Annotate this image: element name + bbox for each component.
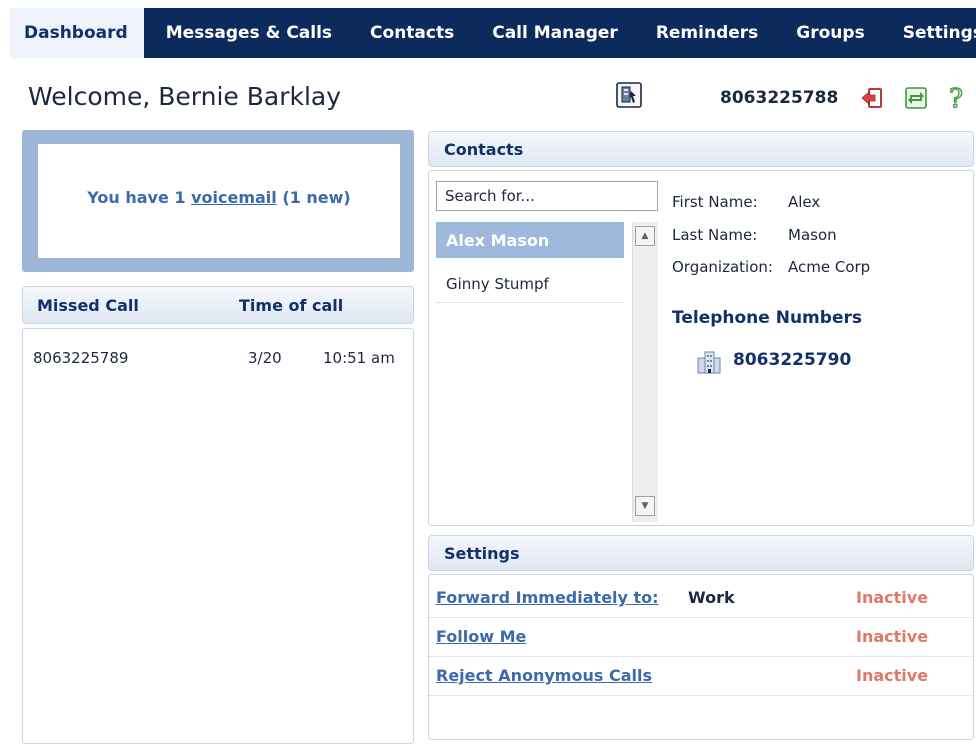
svg-text:?: ? [949, 84, 963, 112]
contacts-header: Contacts [428, 131, 974, 167]
list-item[interactable]: Alex Mason [436, 222, 624, 258]
follow-me-link[interactable]: Follow Me [436, 627, 526, 646]
main-nav: Dashboard Messages & Calls Contacts Call… [10, 8, 976, 58]
last-name-label: Last Name: [672, 226, 758, 244]
logout-icon[interactable] [860, 86, 884, 110]
office-building-icon [696, 350, 722, 374]
forward-immediately-link[interactable]: Forward Immediately to: [436, 588, 659, 607]
welcome-message: Welcome, Bernie Barklay [28, 82, 342, 111]
contact-list-scrollbar[interactable]: ▲ ▼ [632, 222, 658, 522]
tab-groups[interactable]: Groups [777, 8, 883, 58]
first-name-label: First Name: [672, 193, 758, 211]
settings-title: Settings [444, 543, 520, 563]
missed-call-time: 10:51 am [323, 349, 395, 367]
voicemail-panel: You have 1 voicemail (1 new) [22, 130, 414, 272]
scroll-down-icon[interactable]: ▼ [635, 496, 655, 516]
time-of-call-column-header: Time of call [239, 295, 344, 315]
missed-call-column-header: Missed Call [37, 295, 139, 315]
scroll-up-icon[interactable]: ▲ [635, 226, 655, 246]
tab-dashboard[interactable]: Dashboard [10, 8, 144, 58]
voicemail-prefix: You have 1 [87, 188, 192, 207]
contacts-title: Contacts [444, 139, 524, 159]
tab-call-manager[interactable]: Call Manager [473, 8, 637, 58]
voicemail-message: You have 1 voicemail (1 new) [38, 144, 400, 258]
contact-list: Alex Mason Ginny Stumpf [436, 222, 658, 522]
tab-reminders[interactable]: Reminders [637, 8, 777, 58]
settings-row-forward: Forward Immediately to: Work Inactive [428, 580, 974, 618]
help-icon[interactable]: ? [944, 84, 968, 112]
missed-calls-list: 8063225789 3/20 10:51 am [22, 328, 414, 744]
list-item[interactable]: Ginny Stumpf [436, 265, 624, 303]
settings-row-reject-anonymous: Reject Anonymous Calls Inactive [428, 658, 974, 696]
phone-directory-icon[interactable] [616, 82, 642, 108]
status-badge: Inactive [856, 588, 929, 607]
telephone-number[interactable]: 8063225790 [733, 350, 851, 370]
forward-target-value: Work [688, 588, 735, 607]
settings-header: Settings [428, 535, 974, 571]
organization-label: Organization: [672, 258, 773, 276]
reject-anonymous-calls-link[interactable]: Reject Anonymous Calls [436, 666, 652, 685]
last-name-value: Mason [788, 226, 837, 244]
user-phone-number: 8063225788 [720, 88, 839, 108]
settings-row-follow-me: Follow Me Inactive [428, 619, 974, 657]
contact-name: Ginny Stumpf [446, 274, 549, 293]
refresh-icon[interactable] [904, 86, 928, 110]
organization-value: Acme Corp [788, 258, 871, 276]
tab-messages-calls[interactable]: Messages & Calls [144, 8, 351, 58]
telephone-numbers-title: Telephone Numbers [672, 308, 862, 328]
contact-search-input[interactable] [436, 181, 658, 211]
first-name-value: Alex [788, 193, 821, 211]
status-badge: Inactive [856, 627, 929, 646]
tab-contacts[interactable]: Contacts [351, 8, 473, 58]
missed-call-number: 8063225789 [33, 349, 129, 367]
contact-name: Alex Mason [446, 230, 550, 250]
voicemail-link[interactable]: voicemail [191, 188, 277, 258]
missed-calls-header: Missed Call Time of call [22, 286, 414, 324]
tab-settings[interactable]: Settings [884, 8, 976, 58]
voicemail-suffix: (1 new) [276, 188, 351, 207]
status-badge: Inactive [856, 666, 929, 685]
missed-call-date: 3/20 [248, 349, 282, 367]
